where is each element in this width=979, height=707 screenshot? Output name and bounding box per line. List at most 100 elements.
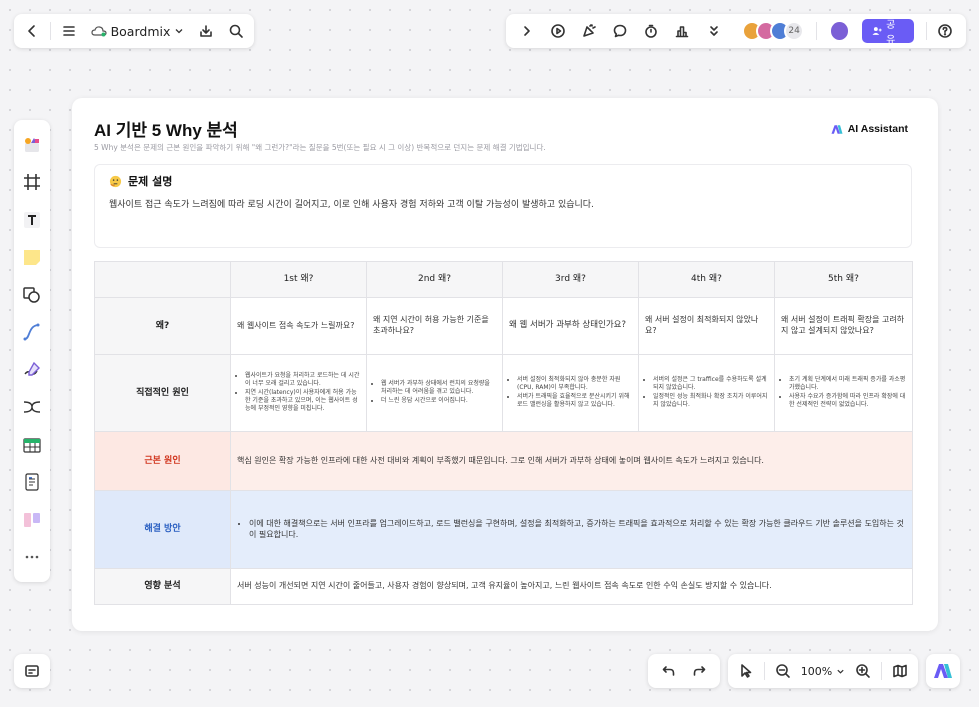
top-right-toolbar: 24 공유 bbox=[506, 14, 966, 48]
direct-cause-cell[interactable]: 서버 설정이 최적화되지 않아 충분한 자원(CPU, RAM)이 부족합니다.… bbox=[502, 354, 639, 432]
table-header-row: 1st 왜? 2nd 왜? 3rd 왜? 4th 왜? 5th 왜? bbox=[94, 261, 913, 298]
direct-cause-cell[interactable]: 서버의 설정은 그 traffice를 수용하도록 설계되지 않았습니다.일정적… bbox=[638, 354, 775, 432]
menu-icon[interactable] bbox=[57, 18, 81, 44]
list-item: 일정적인 성능 최적화나 확장 조치가 이루어지지 않았습니다. bbox=[653, 393, 768, 409]
divider bbox=[925, 22, 927, 40]
why-cell[interactable]: 왜 웹사이트 접속 속도가 느릴까요? bbox=[230, 297, 367, 355]
ai-button[interactable] bbox=[926, 654, 960, 688]
cloud-icon bbox=[90, 26, 107, 37]
kanban-icon[interactable] bbox=[19, 507, 45, 533]
list-item: 초기 계획 단계에서 미래 트래픽 증가를 과소평가했습니다. bbox=[789, 376, 906, 392]
row-label-impact: 영향 분석 bbox=[94, 568, 231, 605]
table-row-direct-cause: 직접적인 원인 웹사이트가 요청을 처리하고 로드하는 데 시간이 너무 오래 … bbox=[94, 354, 913, 432]
board-name-dropdown[interactable]: Boardmix bbox=[87, 24, 189, 39]
more-chevrons-icon[interactable] bbox=[701, 18, 726, 44]
ai-logo-icon bbox=[934, 664, 952, 678]
pen-icon[interactable] bbox=[19, 357, 45, 383]
present-icon[interactable] bbox=[545, 18, 570, 44]
header-cell bbox=[94, 261, 231, 298]
undo-icon[interactable] bbox=[656, 658, 682, 684]
download-icon[interactable] bbox=[194, 18, 218, 44]
collaborator-avatars[interactable]: 24 bbox=[742, 21, 805, 41]
help-icon[interactable] bbox=[933, 18, 958, 44]
problem-box: 문제 설명 웹사이트 접근 속도가 느려짐에 따라 로딩 시간이 길어지고, 이… bbox=[94, 164, 912, 248]
history-controls bbox=[648, 654, 720, 688]
list-item: 더 느린 응답 시간으로 이어집니다. bbox=[381, 397, 496, 405]
header-cell[interactable]: 5th 왜? bbox=[774, 261, 913, 298]
problem-title-text: 문제 설명 bbox=[128, 175, 173, 188]
comment-icon[interactable] bbox=[607, 18, 632, 44]
document-icon[interactable] bbox=[19, 469, 45, 495]
sticky-note-icon[interactable] bbox=[19, 244, 45, 270]
table-row-root-cause: 근본 원인 핵심 원인은 확장 가능한 인프라에 대한 사전 대비와 계획이 부… bbox=[94, 431, 913, 491]
map-icon[interactable] bbox=[890, 658, 910, 684]
current-user-avatar[interactable] bbox=[829, 20, 851, 42]
list-item: 서버 설정이 최적화되지 않아 충분한 자원(CPU, RAM)이 부족합니다. bbox=[517, 376, 632, 392]
why-cell[interactable]: 왜 웹 서버가 과부하 상태인가요? bbox=[502, 297, 639, 355]
share-button[interactable]: 공유 bbox=[862, 19, 914, 46]
table-row-impact: 영향 분석 서버 성능이 개선되면 지연 시간이 줄어들고, 사용자 경험이 향… bbox=[94, 568, 913, 605]
row-label-why: 왜? bbox=[94, 297, 231, 355]
left-toolbar bbox=[14, 120, 50, 582]
direct-cause-cell[interactable]: 웹사이트가 요청을 처리하고 로드하는 데 시간이 너무 오래 걸리고 있습니다… bbox=[230, 354, 367, 432]
more-tools-icon[interactable] bbox=[19, 544, 45, 570]
zoom-out-icon[interactable] bbox=[773, 658, 793, 684]
connector-icon[interactable] bbox=[19, 319, 45, 345]
search-icon[interactable] bbox=[224, 18, 248, 44]
table-row-solution: 해결 방안 이에 대한 해결책으로는 서버 인프라를 업그레이드하고, 로드 밸… bbox=[94, 490, 913, 569]
problem-text[interactable]: 웹사이트 접근 속도가 느려짐에 따라 로딩 시간이 길어지고, 이로 인해 사… bbox=[109, 197, 594, 210]
header-cell[interactable]: 3rd 왜? bbox=[502, 261, 639, 298]
mindmap-icon[interactable] bbox=[19, 394, 45, 420]
header-cell[interactable]: 1st 왜? bbox=[230, 261, 367, 298]
list-item: 서버가 트래픽을 효율적으로 분산시키기 위해 로드 밸런싱을 활용하지 않고 … bbox=[517, 393, 632, 409]
table-icon[interactable] bbox=[19, 432, 45, 458]
why-cell[interactable]: 왜 지연 시간이 허용 가능한 기준을 초과하나요? bbox=[366, 297, 503, 355]
page-subtitle: 5 Why 분석은 문제의 근본 원인을 파악하기 위해 "왜 그런가?"라는 … bbox=[94, 143, 546, 152]
zoom-level-dropdown[interactable]: 100% bbox=[801, 665, 845, 678]
root-cause-cell[interactable]: 핵심 원인은 확장 가능한 인프라에 대한 사전 대비와 계획이 부족했기 때문… bbox=[230, 431, 913, 491]
chevron-right-icon[interactable] bbox=[514, 18, 539, 44]
divider bbox=[764, 662, 765, 680]
page-title: AI 기반 5 Why 분석 bbox=[94, 121, 238, 140]
shapes-icon[interactable] bbox=[19, 282, 45, 308]
why-cell[interactable]: 왜 서버 설정이 트래픽 확장을 고려하지 않고 설계되지 않았나요? bbox=[774, 297, 913, 355]
why-cell[interactable]: 왜 서버 설정이 최적화되지 않았나요? bbox=[638, 297, 775, 355]
list-item: 웹사이트가 요청을 처리하고 로드하는 데 시간이 너무 오래 걸리고 있습니다… bbox=[245, 372, 360, 388]
zoom-level: 100% bbox=[800, 664, 833, 678]
minimap-toggle[interactable] bbox=[14, 654, 50, 688]
row-label-root-cause: 근본 원인 bbox=[94, 431, 231, 491]
minimap-icon bbox=[19, 658, 45, 684]
text-icon[interactable] bbox=[19, 207, 45, 233]
chevron-down-icon bbox=[175, 29, 183, 34]
list-item: 사용자 수요가 증가함에 따라 인프라 확장에 대한 선제적인 전략이 없었습니… bbox=[789, 393, 906, 409]
celebrate-icon[interactable] bbox=[576, 18, 601, 44]
list-item: 서버의 설정은 그 traffice를 수용하도록 설계되지 않았습니다. bbox=[653, 376, 768, 392]
vote-icon[interactable] bbox=[670, 18, 695, 44]
templates-icon[interactable] bbox=[19, 132, 45, 158]
chevron-down-icon bbox=[837, 669, 844, 674]
frame-icon[interactable] bbox=[19, 169, 45, 195]
add-user-icon bbox=[872, 27, 883, 35]
list-item: 이에 대한 해결책으로는 서버 인프라를 업그레이드하고, 로드 밸런싱을 구현… bbox=[249, 519, 906, 541]
divider bbox=[49, 22, 51, 40]
zoom-in-icon[interactable] bbox=[853, 658, 873, 684]
redo-icon[interactable] bbox=[686, 658, 712, 684]
top-left-toolbar: Boardmix bbox=[14, 14, 254, 48]
ai-assistant-button[interactable]: AI Assistant bbox=[830, 123, 908, 135]
direct-cause-cell[interactable]: 초기 계획 단계에서 미래 트래픽 증가를 과소평가했습니다.사용자 수요가 증… bbox=[774, 354, 913, 432]
row-label-solution: 해결 방안 bbox=[94, 490, 231, 569]
table-row-why: 왜? 왜 웹사이트 접속 속도가 느릴까요? 왜 지연 시간이 허용 가능한 기… bbox=[94, 297, 913, 355]
divider bbox=[816, 22, 818, 40]
header-cell[interactable]: 4th 왜? bbox=[638, 261, 775, 298]
back-icon[interactable] bbox=[20, 18, 44, 44]
cursor-icon[interactable] bbox=[736, 658, 756, 684]
direct-cause-cell[interactable]: 웹 서버가 과부하 상태에서 런치의 요청량을 처리하는 데 어려움을 겪고 있… bbox=[366, 354, 503, 432]
impact-cell[interactable]: 서버 성능이 개선되면 지연 시간이 줄어들고, 사용자 경험이 향상되며, 고… bbox=[230, 568, 913, 605]
list-item: 지연 시간(latency)이 사용자에게 허용 가능한 기준을 초과하고 있으… bbox=[245, 389, 360, 413]
header-cell[interactable]: 2nd 왜? bbox=[366, 261, 503, 298]
ai-logo-icon bbox=[831, 124, 843, 134]
solution-cell[interactable]: 이에 대한 해결책으로는 서버 인프라를 업그레이드하고, 로드 밸런싱을 구현… bbox=[230, 490, 913, 569]
avatar-count: 24 bbox=[784, 21, 805, 41]
zoom-controls: 100% bbox=[728, 654, 918, 688]
timer-icon[interactable] bbox=[639, 18, 664, 44]
